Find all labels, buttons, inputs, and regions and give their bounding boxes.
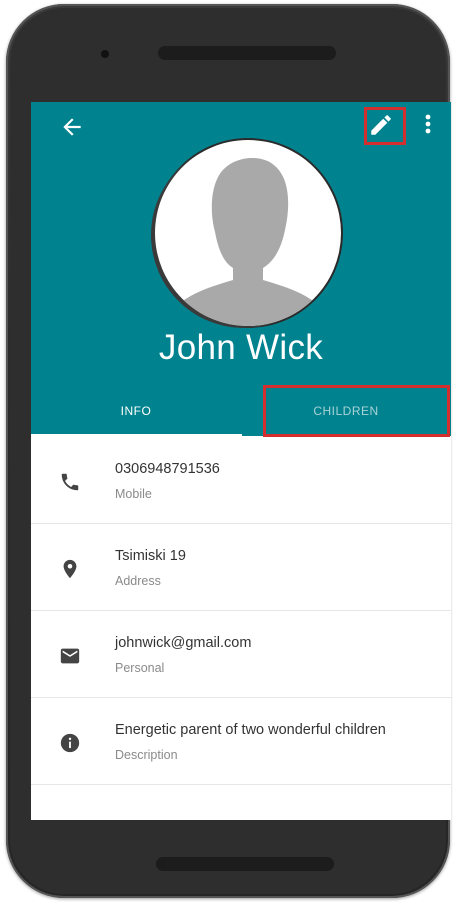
mobile-label: Mobile <box>115 487 152 501</box>
edit-button-highlight <box>364 107 406 145</box>
app-screen: John Wick INFO CHILDREN 0306948791536 Mo… <box>31 102 451 820</box>
details-list: 0306948791536 Mobile Tsimiski 19 Address… <box>31 437 451 785</box>
speaker-grille-top <box>158 46 336 60</box>
address-value: Tsimiski 19 <box>115 548 186 564</box>
more-vert-icon <box>425 114 431 134</box>
person-silhouette-icon <box>171 157 325 326</box>
description-value: Energetic parent of two wonderful childr… <box>115 722 386 738</box>
phone-frame: John Wick INFO CHILDREN 0306948791536 Mo… <box>6 4 451 898</box>
detail-row-address[interactable]: Tsimiski 19 Address <box>31 524 451 611</box>
address-label: Address <box>115 574 161 588</box>
detail-row-description[interactable]: Energetic parent of two wonderful childr… <box>31 698 451 785</box>
location-pin-icon <box>63 559 77 579</box>
children-tab-highlight <box>263 385 450 437</box>
profile-header: John Wick INFO CHILDREN <box>31 102 451 437</box>
speaker-grille-bottom <box>156 857 334 871</box>
profile-name: John Wick <box>158 328 324 367</box>
description-label: Description <box>115 748 178 762</box>
mobile-value: 0306948791536 <box>115 461 220 477</box>
back-button[interactable] <box>59 114 85 140</box>
email-label: Personal <box>115 661 165 675</box>
camera-icon <box>101 50 109 58</box>
avatar <box>155 140 341 326</box>
detail-row-mobile[interactable]: 0306948791536 Mobile <box>31 437 451 524</box>
phone-icon <box>61 473 79 491</box>
email-value: johnwick@gmail.com <box>115 635 252 651</box>
tab-info[interactable]: INFO <box>31 386 241 436</box>
detail-row-email[interactable]: johnwick@gmail.com Personal <box>31 611 451 698</box>
arrow-left-icon <box>63 118 81 136</box>
more-options-button[interactable] <box>423 112 433 138</box>
email-icon <box>60 648 80 664</box>
info-icon <box>60 733 80 753</box>
